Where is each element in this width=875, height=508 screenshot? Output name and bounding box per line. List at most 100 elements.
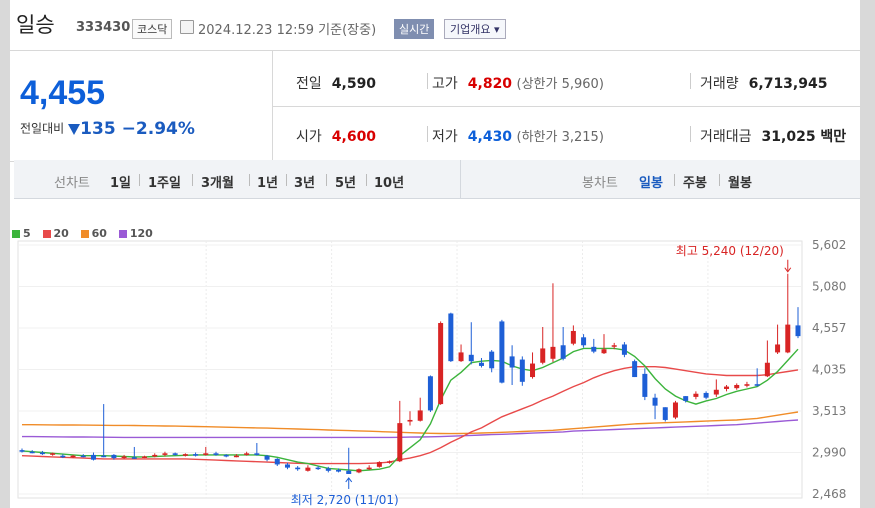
candle-body [346,470,352,474]
candle-body [734,384,740,389]
candle-body [60,455,66,458]
period-1w[interactable]: 1주일 [148,172,181,191]
candle-body [601,349,607,354]
stock-code: 333430 [76,20,131,35]
candle-body [642,373,648,397]
line-chart-label: 선차트 [54,176,90,191]
candle-body [591,346,597,352]
market-badge: 코스닥 [132,19,173,39]
candle-body [39,452,45,455]
candle-body [581,337,587,346]
candle-body [652,397,658,406]
candle-body [131,457,137,459]
candle-body [744,384,750,386]
period-1y[interactable]: 1년 [257,172,278,191]
candle-body [244,453,250,455]
candle-body [530,363,536,378]
candle-body [101,455,107,458]
candle-body [162,453,168,455]
current-price: 4,455 [20,74,106,112]
candle-body [193,454,199,456]
candle-body [764,362,770,377]
y-tick-label: 4,557 [812,321,846,335]
candle-body [29,451,35,454]
company-info-dropdown[interactable]: 기업개요 ▾ [444,19,506,39]
candle-body [397,423,403,462]
candlestick-chart[interactable]: 5,602 5,080 4,557 4,035 3,513 2,990 2,468 최고 5,… [0,232,875,508]
y-tick-label: 2,468 [812,487,846,501]
high-annotation: 최고 5,240 (12/20) [676,244,784,258]
candle-body [672,402,678,418]
candle-body [19,450,25,452]
candle-body [336,470,342,472]
y-tick-label: 5,080 [812,279,846,293]
candle-body [632,361,638,378]
volume: 거래량 6,713,945 [700,76,828,92]
candle-body [223,454,229,457]
change-percent: −2.94% [121,119,195,139]
candle-body [683,396,689,401]
change-label: 전일대비 [20,121,65,136]
low-annotation: 최저 2,720 (11/01) [291,493,399,507]
change-amount: 135 [80,119,116,139]
stock-header: 일승 333430 코스닥 2024.12.23 12:59 기준(장중) 실시… [10,0,860,44]
candle-body [775,344,781,353]
candle-body [417,410,423,421]
realtime-badge[interactable]: 실시간 [394,19,435,39]
candle-body [172,453,178,455]
divider [690,73,691,89]
period-1d[interactable]: 1일 [110,172,131,191]
price-summary: 4,455 전일대비 135 −2.94% 전일 4,590 고가 4,820 (상한가… [10,50,860,162]
y-tick-label: 3,513 [812,404,846,418]
candle-body [519,359,525,382]
candle-body [315,467,321,470]
low-price: 저가 4,430 (하한가 3,215) [432,129,604,145]
divider [272,106,860,107]
candle-body [438,323,444,405]
candle-body [713,389,719,395]
stock-name: 일승 [16,13,55,37]
candle-chart-label: 봉차트 [582,176,618,191]
candle-body [427,376,433,411]
candle-body [724,386,730,389]
open-price: 시가 4,600 [296,129,377,145]
candle-body [50,453,56,455]
y-tick-label: 4,035 [812,363,846,377]
candle-body [693,393,699,397]
candle-body [295,467,301,470]
period-3y[interactable]: 3년 [294,172,315,191]
candle-body [182,454,188,456]
candle-body [233,455,239,458]
period-3m[interactable]: 3개월 [201,172,234,191]
candle-body [458,352,464,362]
candle-body [70,455,76,458]
candle-body [478,362,484,366]
candle-body [366,467,372,470]
candle-body [254,453,260,455]
candle-body [203,453,209,455]
divider [690,126,691,142]
candle-body [509,356,515,368]
candle-daily[interactable]: 일봉 [639,172,663,191]
candle-monthly[interactable]: 월봉 [728,172,752,191]
candle-body [489,351,495,369]
candle-body [448,313,454,362]
candle-body [540,348,546,363]
candle-body [325,468,331,471]
candle-body [121,456,127,459]
divider [427,126,428,142]
y-tick-label: 5,602 [812,238,846,252]
candle-weekly[interactable]: 주봉 [683,172,707,191]
candle-body [407,419,413,422]
y-tick-label: 2,990 [812,446,846,460]
candle-body [754,384,760,386]
divider [427,73,428,89]
period-5y[interactable]: 5년 [335,172,356,191]
candle-body [274,458,280,465]
candle-body [611,345,617,347]
candle-body [80,455,86,458]
candle-body [90,454,96,460]
candle-body [111,454,117,459]
period-10y[interactable]: 10년 [374,172,404,191]
candle-body [356,469,362,473]
